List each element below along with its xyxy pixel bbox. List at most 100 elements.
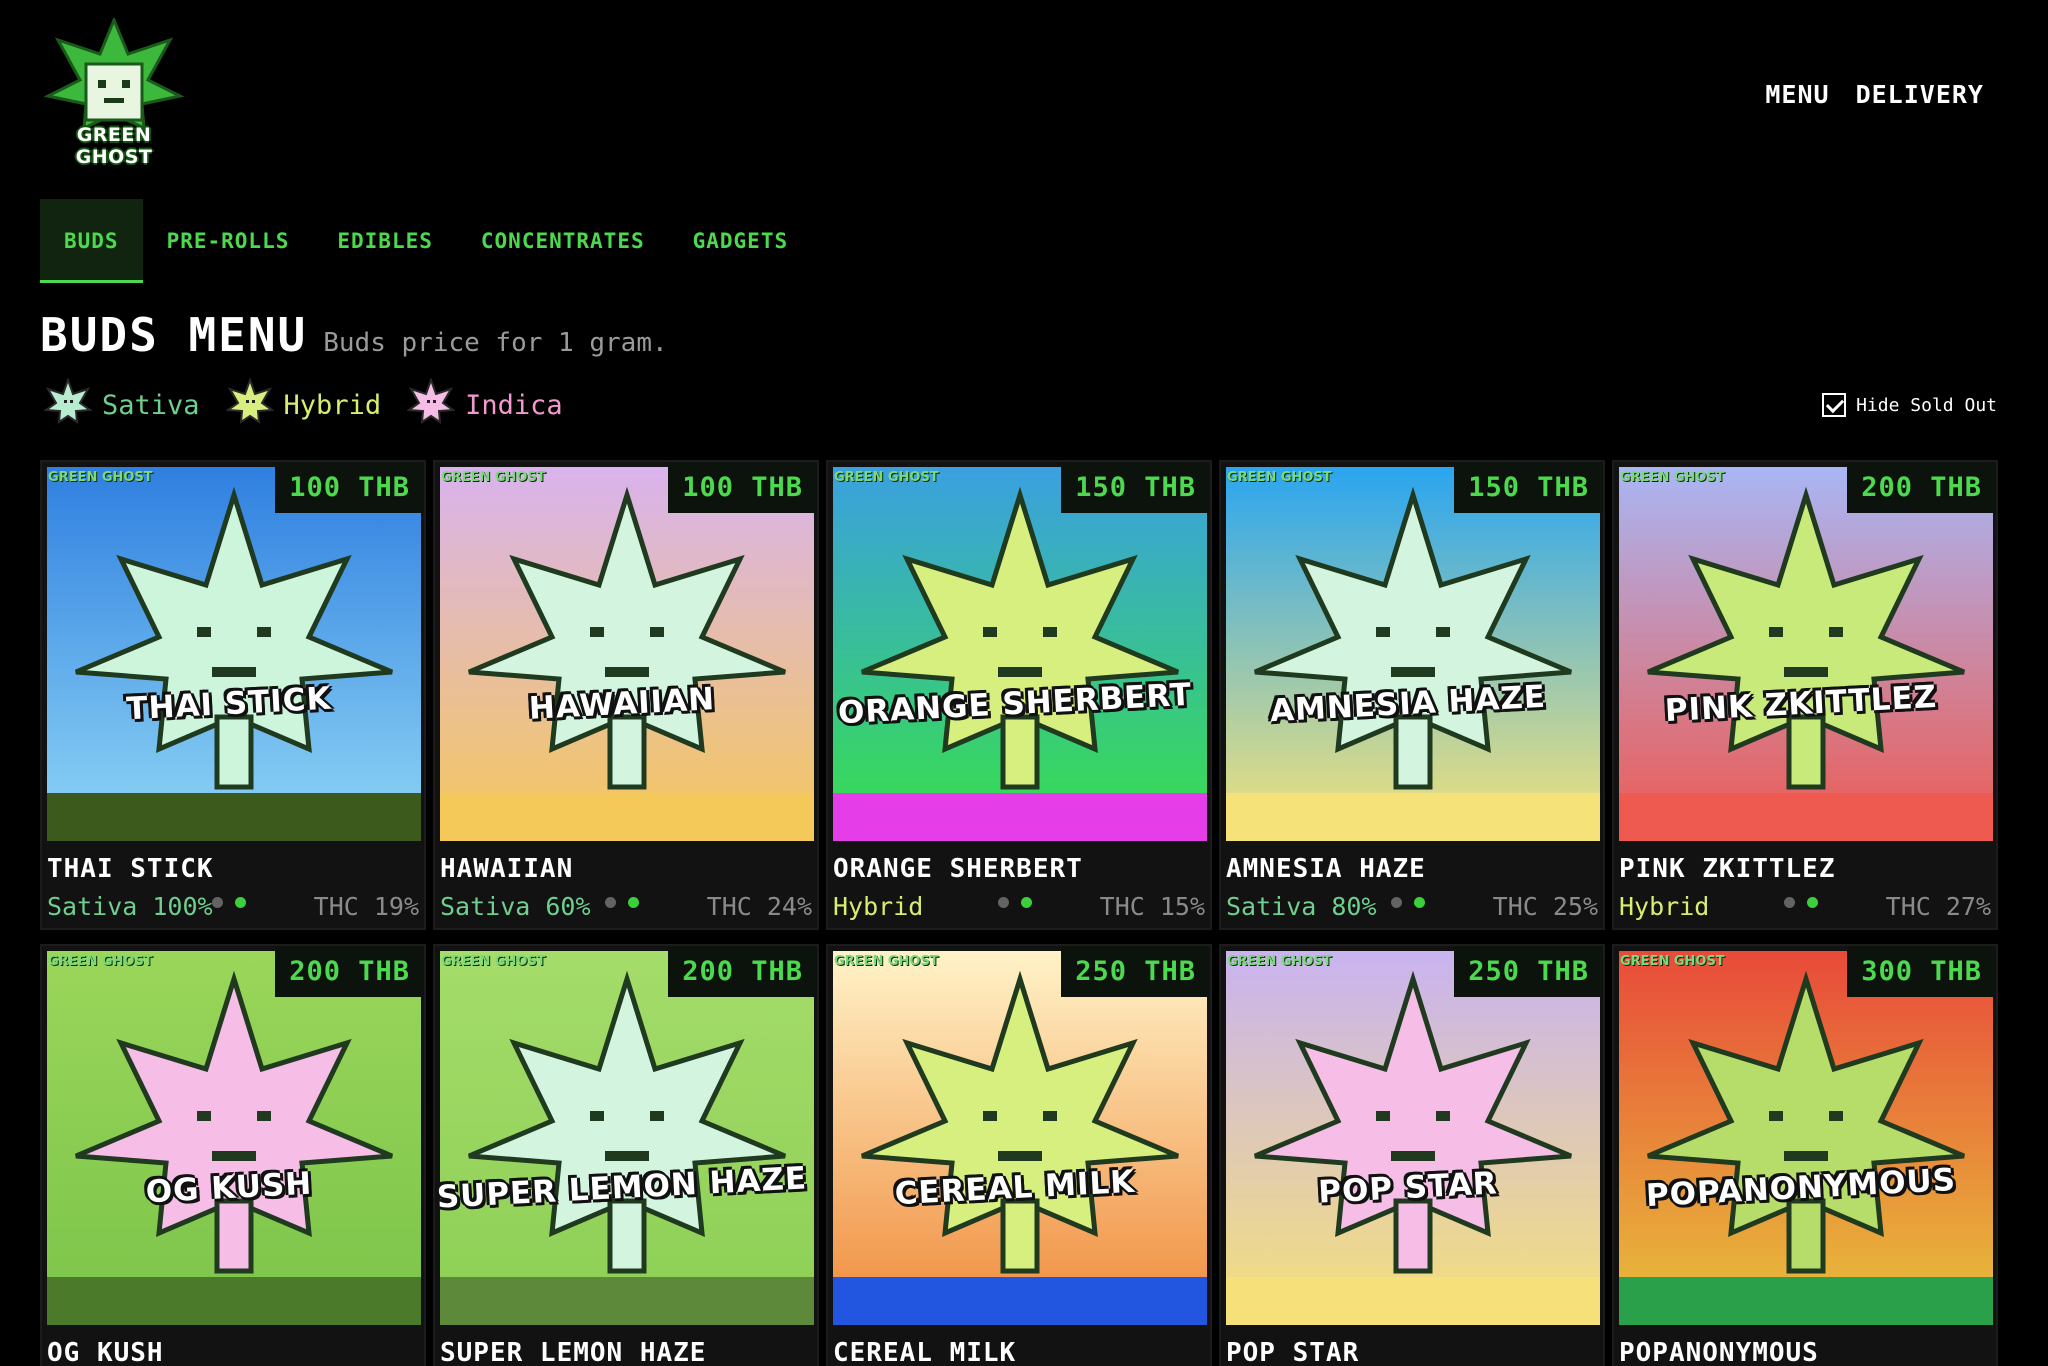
tab-edibles[interactable]: EDIBLES: [313, 199, 457, 283]
product-image[interactable]: [1619, 467, 1993, 841]
tab-buds[interactable]: BUDS: [40, 199, 143, 283]
carousel-dot[interactable]: [1807, 897, 1818, 908]
thc-value: THC 15%: [1099, 892, 1205, 921]
thc-value: THC 25%: [1492, 892, 1598, 921]
category-tabs: BUDS PRE-ROLLS EDIBLES CONCENTRATES GADG…: [40, 199, 812, 283]
product-name[interactable]: POPANONYMOUS: [1619, 1338, 1819, 1366]
carousel-dot[interactable]: [605, 897, 616, 908]
carousel-dots[interactable]: [998, 897, 1032, 908]
carousel-dots[interactable]: [212, 897, 246, 908]
indica-leaf-icon: [406, 377, 456, 433]
strain-type: Hybrid: [1619, 892, 1710, 921]
product-image[interactable]: [440, 467, 814, 841]
hide-sold-out-label: Hide Sold Out: [1856, 394, 1997, 416]
carousel-dot[interactable]: [628, 897, 639, 908]
price-badge: 250 THB: [1061, 946, 1210, 997]
product-image[interactable]: [47, 467, 421, 841]
product-name[interactable]: THAI STICK: [47, 854, 214, 884]
strain-legend: Sativa Hybrid Indica: [43, 377, 575, 433]
product-image[interactable]: [1619, 951, 1993, 1325]
product-name[interactable]: PINK ZKITTLEZ: [1619, 854, 1836, 884]
carousel-dots[interactable]: [605, 897, 639, 908]
legend-hybrid: Hybrid: [224, 377, 382, 433]
strain-type: Hybrid: [833, 892, 924, 921]
legend-indica: Indica: [406, 377, 563, 433]
carousel-dot[interactable]: [998, 897, 1009, 908]
product-card[interactable]: GREEN GHOST 200 THB OG KUSH OG KUSH: [40, 944, 426, 1366]
carousel-dot[interactable]: [1414, 897, 1425, 908]
thc-value: THC 19%: [313, 892, 419, 921]
product-card[interactable]: GREEN GHOST 300 THB POPANONYMOUS POPANON…: [1612, 944, 1998, 1366]
product-image[interactable]: [440, 951, 814, 1325]
price-badge: 250 THB: [1454, 946, 1603, 997]
carousel-dot[interactable]: [1021, 897, 1032, 908]
product-image[interactable]: [1226, 951, 1600, 1325]
title-row: BUDS MENU Buds price for 1 gram.: [40, 308, 668, 362]
product-card[interactable]: GREEN GHOST 200 THB SUPER LEMON HAZE SUP…: [433, 944, 819, 1366]
product-name[interactable]: AMNESIA HAZE: [1226, 854, 1426, 884]
price-badge: 150 THB: [1061, 462, 1210, 513]
strain-type: Sativa 80%: [1226, 892, 1377, 921]
product-card[interactable]: GREEN GHOST 100 THB THAI STICK THAI STIC…: [40, 460, 426, 930]
product-image[interactable]: [833, 951, 1207, 1325]
thc-value: THC 24%: [706, 892, 812, 921]
card-brand-mark: GREEN GHOST: [441, 954, 546, 969]
product-name[interactable]: SUPER LEMON HAZE: [440, 1338, 706, 1366]
carousel-dot[interactable]: [212, 897, 223, 908]
strain-type: Sativa 100%: [47, 892, 213, 921]
sativa-leaf-icon: [43, 377, 93, 433]
carousel-dot[interactable]: [1784, 897, 1795, 908]
product-name[interactable]: OG KUSH: [47, 1338, 164, 1366]
strain-type: Sativa 60%: [440, 892, 591, 921]
card-brand-mark: GREEN GHOST: [1227, 470, 1332, 485]
price-badge: 300 THB: [1847, 946, 1996, 997]
product-card[interactable]: GREEN GHOST 250 THB CEREAL MILK CEREAL M…: [826, 944, 1212, 1366]
carousel-dot[interactable]: [1391, 897, 1402, 908]
card-brand-mark: GREEN GHOST: [1620, 954, 1725, 969]
product-card[interactable]: GREEN GHOST 200 THB PINK ZKITTLEZ PINK Z…: [1612, 460, 1998, 930]
nav-delivery-link[interactable]: DELIVERY: [1856, 80, 1984, 109]
page-title: BUDS MENU: [40, 308, 308, 362]
legend-sativa: Sativa: [43, 377, 200, 433]
thc-value: THC 27%: [1885, 892, 1991, 921]
price-badge: 150 THB: [1454, 462, 1603, 513]
product-grid: GREEN GHOST 100 THB THAI STICK THAI STIC…: [40, 460, 1998, 1366]
product-name[interactable]: POP STAR: [1226, 1338, 1359, 1366]
product-image[interactable]: [833, 467, 1207, 841]
hybrid-leaf-icon: [224, 377, 275, 433]
hide-sold-out-toggle[interactable]: Hide Sold Out: [1822, 393, 1997, 417]
product-card[interactable]: GREEN GHOST 150 THB AMNESIA HAZE AMNESIA…: [1219, 460, 1605, 930]
tab-concentrates[interactable]: CONCENTRATES: [457, 199, 669, 283]
product-card[interactable]: GREEN GHOST 100 THB HAWAIIAN HAWAIIAN Sa…: [433, 460, 819, 930]
price-badge: 200 THB: [275, 946, 424, 997]
hide-sold-out-checkbox[interactable]: [1822, 393, 1847, 417]
card-brand-mark: GREEN GHOST: [834, 954, 939, 969]
price-badge: 100 THB: [668, 462, 817, 513]
nav-menu-link[interactable]: MENU: [1765, 80, 1829, 109]
tab-pre-rolls[interactable]: PRE-ROLLS: [143, 199, 314, 283]
product-image[interactable]: [47, 951, 421, 1325]
price-badge: 200 THB: [668, 946, 817, 997]
product-card[interactable]: GREEN GHOST 150 THB ORANGE SHERBERT ORAN…: [826, 460, 1212, 930]
carousel-dot[interactable]: [235, 897, 246, 908]
card-brand-mark: GREEN GHOST: [834, 470, 939, 485]
carousel-dots[interactable]: [1784, 897, 1818, 908]
product-card[interactable]: GREEN GHOST 250 THB POP STAR POP STAR: [1219, 944, 1605, 1366]
card-brand-mark: GREEN GHOST: [48, 954, 153, 969]
product-name[interactable]: ORANGE SHERBERT: [833, 854, 1083, 884]
legend-hybrid-label: Hybrid: [283, 390, 382, 421]
legend-sativa-label: Sativa: [102, 390, 200, 421]
logo-text: GREEN GHOST: [75, 124, 153, 168]
product-name[interactable]: HAWAIIAN: [440, 854, 573, 884]
carousel-dots[interactable]: [1391, 897, 1425, 908]
price-badge: 200 THB: [1847, 462, 1996, 513]
product-name[interactable]: CEREAL MILK: [833, 1338, 1016, 1366]
green-ghost-logo[interactable]: GREEN GHOST: [40, 18, 188, 168]
card-brand-mark: GREEN GHOST: [1620, 470, 1725, 485]
tab-gadgets[interactable]: GADGETS: [669, 199, 813, 283]
card-brand-mark: GREEN GHOST: [48, 470, 153, 485]
product-image[interactable]: [1226, 467, 1600, 841]
price-badge: 100 THB: [275, 462, 424, 513]
top-nav: MENU DELIVERY: [1765, 80, 1984, 109]
card-brand-mark: GREEN GHOST: [441, 470, 546, 485]
